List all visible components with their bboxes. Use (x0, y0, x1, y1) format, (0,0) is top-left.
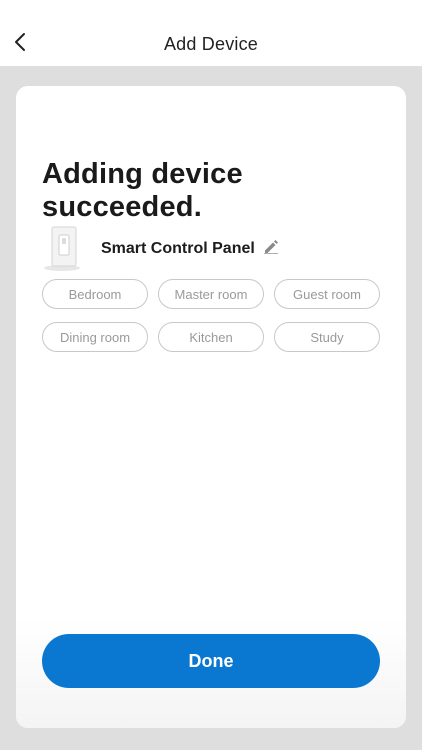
top-bar: Add Device (0, 0, 422, 66)
room-chip-kitchen[interactable]: Kitchen (158, 322, 264, 352)
device-row: Smart Control Panel (42, 226, 382, 272)
pencil-icon[interactable] (263, 238, 279, 254)
room-chip-study[interactable]: Study (274, 322, 380, 352)
page-title: Add Device (163, 34, 259, 54)
room-chip-master-room[interactable]: Master room (158, 279, 264, 309)
device-image (42, 226, 84, 272)
room-selector: Bedroom Master room Guest room Dining ro… (42, 279, 382, 352)
room-chip-guest-room[interactable]: Guest room (274, 279, 380, 309)
device-name: Smart Control Panel (101, 240, 255, 257)
room-chip-dining-room[interactable]: Dining room (42, 322, 148, 352)
result-card: Adding device succeeded. Smart Control P… (16, 86, 406, 728)
room-chip-bedroom[interactable]: Bedroom (42, 279, 148, 309)
done-button[interactable]: Done (42, 634, 380, 688)
success-heading: Adding device succeeded. (42, 158, 243, 223)
